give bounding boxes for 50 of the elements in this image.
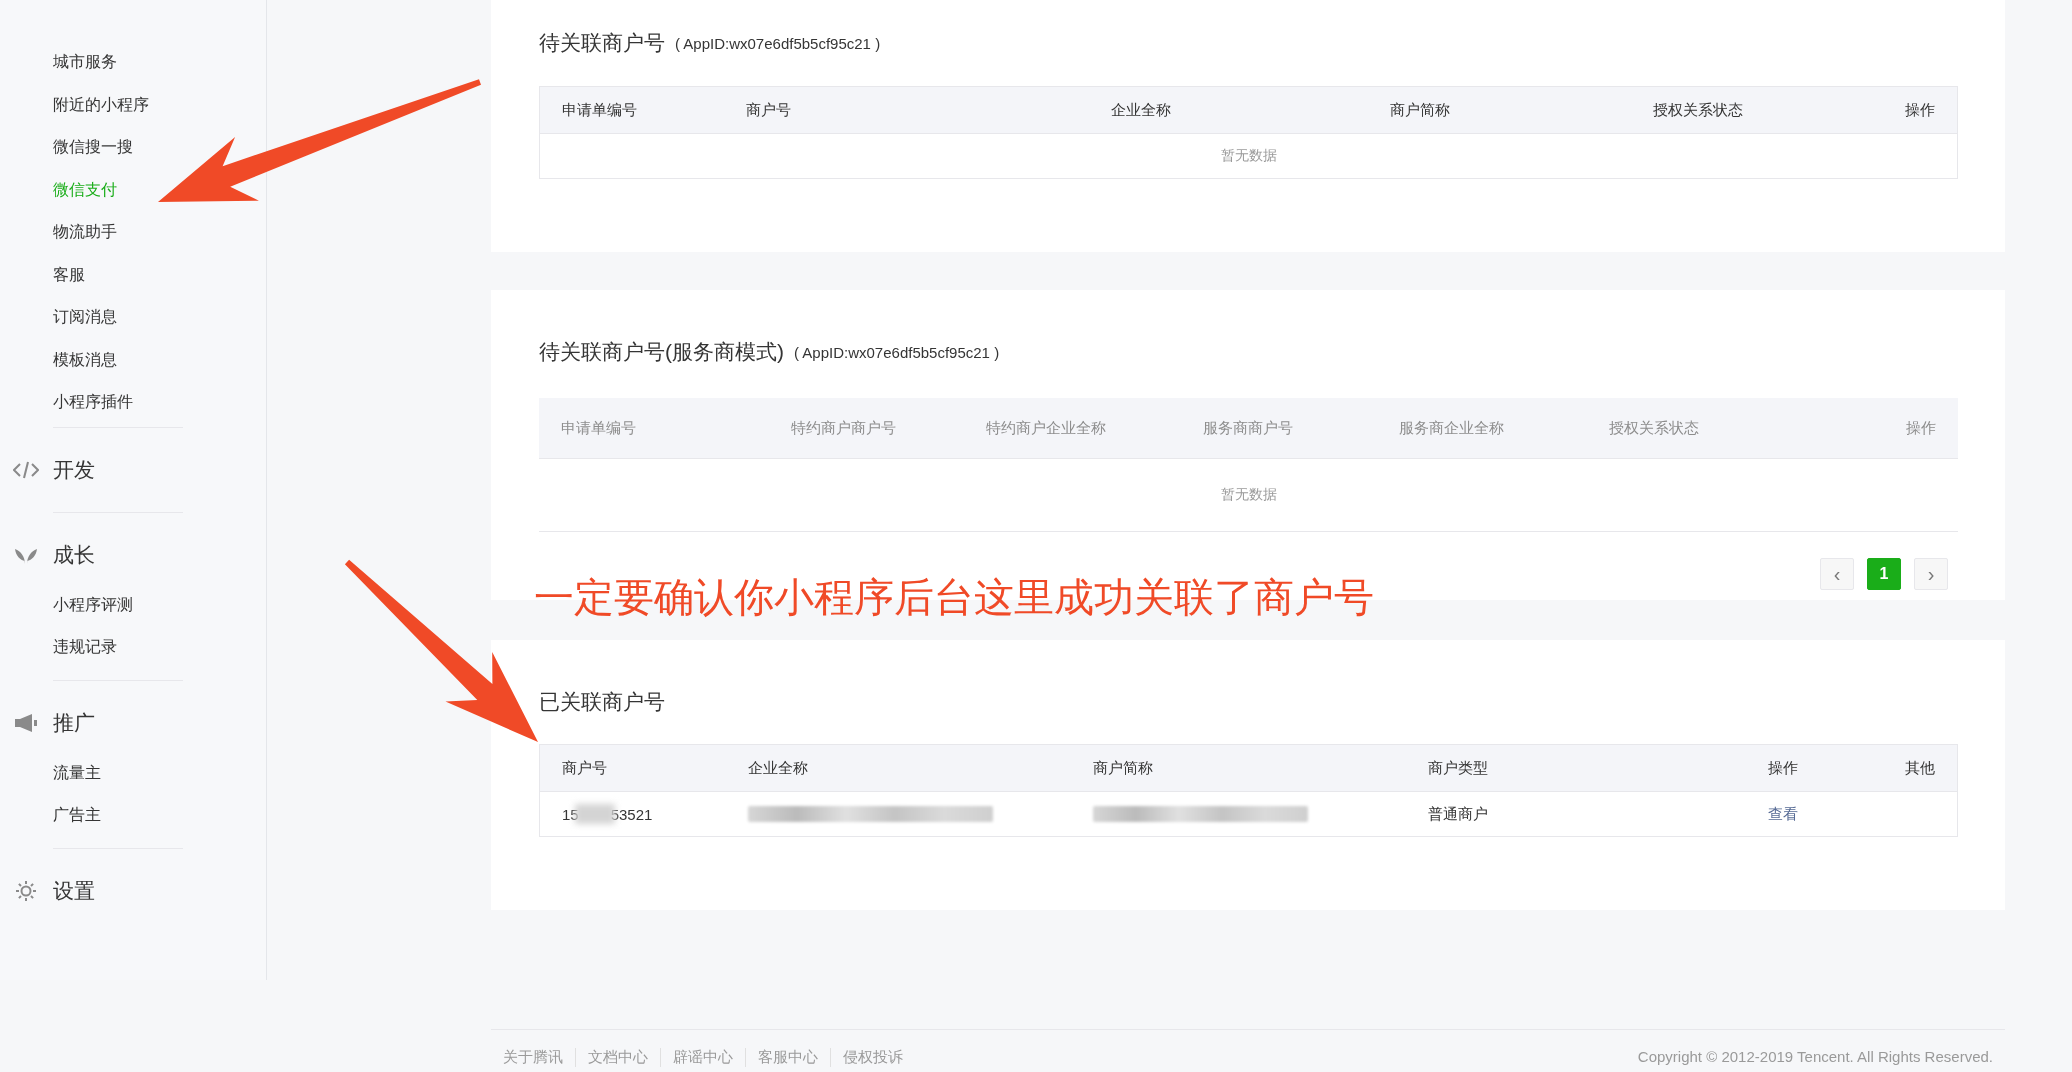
code-icon [13,459,39,480]
column-header: 企业全称 [1110,99,1173,120]
column-header: 申请单编号 [560,417,637,438]
megaphone-icon [14,712,38,733]
column-header: 特约商户企业全称 [984,417,1107,438]
sidebar-item[interactable]: 流量主 [53,754,101,797]
section-title: 待关联商户号 [539,30,665,56]
view-link[interactable]: 查看 [1768,804,1798,824]
empty-message: 暂无数据 [1219,485,1278,504]
section-title: 已关联商户号 [539,689,665,715]
merchant-id-cell-text: 15 53521 [561,803,654,826]
nav-section-title[interactable]: 设置 [53,876,95,905]
column-header: 企业全称 [747,757,809,778]
sidebar-item[interactable]: 微信搜一搜 [53,129,133,172]
sidebar-item[interactable]: 物流助手 [53,214,117,257]
empty-message: 暂无数据 [1219,146,1278,165]
sidebar-item[interactable]: 小程序插件 [53,384,133,427]
annotation-note: 一定要确认你小程序后台这里成功关联了商户号 [534,574,1374,621]
sidebar-item[interactable]: 附近的小程序 [53,86,149,129]
column-header: 其他 [1904,757,1936,778]
column-header: 服务商企业全称 [1397,417,1505,438]
copyright-text: Copyright © 2012-2019 Tencent. All Rights Reserved. [1637,1048,1993,1067]
column-header: 商户简称 [1092,757,1154,778]
nav-section-title[interactable]: 推广 [53,708,95,737]
nav-section-title[interactable]: 成长 [53,540,95,569]
sidebar-item[interactable]: 订阅消息 [53,299,117,342]
column-header: 商户号 [745,99,792,120]
sidebar-item[interactable]: 广告主 [53,797,101,840]
column-header: 服务商商户号 [1202,417,1295,438]
app-id-label: ( AppID:wx07e6df5b5cf95c21 ) [675,34,881,52]
column-header: 授权关系状态 [1651,99,1744,120]
column-header: 商户类型 [1427,757,1489,778]
sidebar-item[interactable]: 小程序评测 [53,586,133,629]
column-header: 操作 [1767,757,1799,778]
sidebar-item[interactable]: 客服 [53,256,85,299]
column-header: 商户号 [561,757,608,778]
column-header: 特约商户商户号 [789,417,897,438]
sidebar-item[interactable]: 违规记录 [53,629,117,672]
column-header: 授权关系状态 [1607,417,1700,438]
app-id-label: ( AppID:wx07e6df5b5cf95c21 ) [794,343,1000,361]
column-header: 商户简称 [1388,99,1451,120]
settings-icon [14,878,38,903]
column-header: 操作 [1904,99,1936,120]
nav-section-title[interactable]: 开发 [53,455,95,484]
table-cell-text: 普通商户 [1427,803,1489,824]
section-title: 待关联商户号(服务商模式) [539,339,784,365]
column-header: 申请单编号 [561,99,638,120]
column-header: 操作 [1905,417,1937,438]
sidebar-item[interactable]: 城市服务 [53,44,117,87]
sidebar-item[interactable]: 模板消息 [53,341,117,384]
